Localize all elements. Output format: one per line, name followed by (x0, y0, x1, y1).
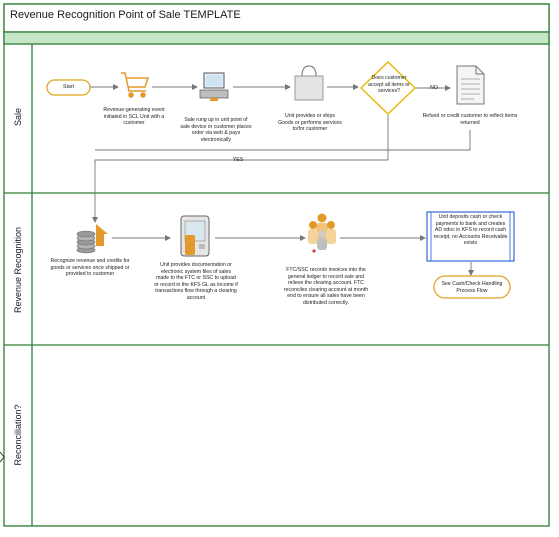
cash-register-icon (199, 72, 229, 101)
deposit-box-text: Unit deposits cash or check payments to … (433, 214, 508, 246)
bag-caption: Unit provides or ships Goods or performs… (278, 113, 342, 132)
cart-caption: Revenue-generating event initiated in SC… (103, 107, 165, 126)
lane-label-sale: Sale (13, 108, 23, 127)
start-label: Start (63, 84, 74, 90)
lane-label-reconciliation: Reconciliation? (13, 404, 23, 466)
handheld-device-icon (180, 215, 210, 257)
decision-label: Does customer accept all items or servic… (368, 75, 410, 94)
document-icon (456, 65, 485, 105)
device-caption: Unit provides documentation or electroni… (154, 262, 238, 301)
register-caption: Sale rung up in unit point of sale devic… (180, 117, 252, 143)
coins-caption: Recognize revenue and credits for goods … (50, 258, 130, 277)
page-title: Revenue Recognition Point of Sale TEMPLA… (10, 9, 241, 21)
people-group-icon (308, 213, 336, 253)
edge-refund-back (95, 130, 471, 151)
shopping-cart-icon (121, 72, 150, 98)
refund-caption: Refund or credit customer to reflect ite… (422, 113, 518, 126)
process-map: Revenue Recognition Point of Sale TEMPLA… (0, 0, 559, 532)
see-cash-label: See Cash/Check Handling Process Flow (441, 281, 503, 294)
pool-header-band (3, 31, 550, 45)
shopping-bag-icon (294, 65, 324, 101)
edge-label-yes: YES (232, 157, 244, 163)
coins-icon (76, 224, 108, 254)
edge-label-no: NO (430, 85, 438, 91)
people-caption: FTC/SSC records invoices into the genera… (283, 267, 369, 306)
lane-label-revenue-recognition: Revenue Recognition (13, 226, 23, 314)
